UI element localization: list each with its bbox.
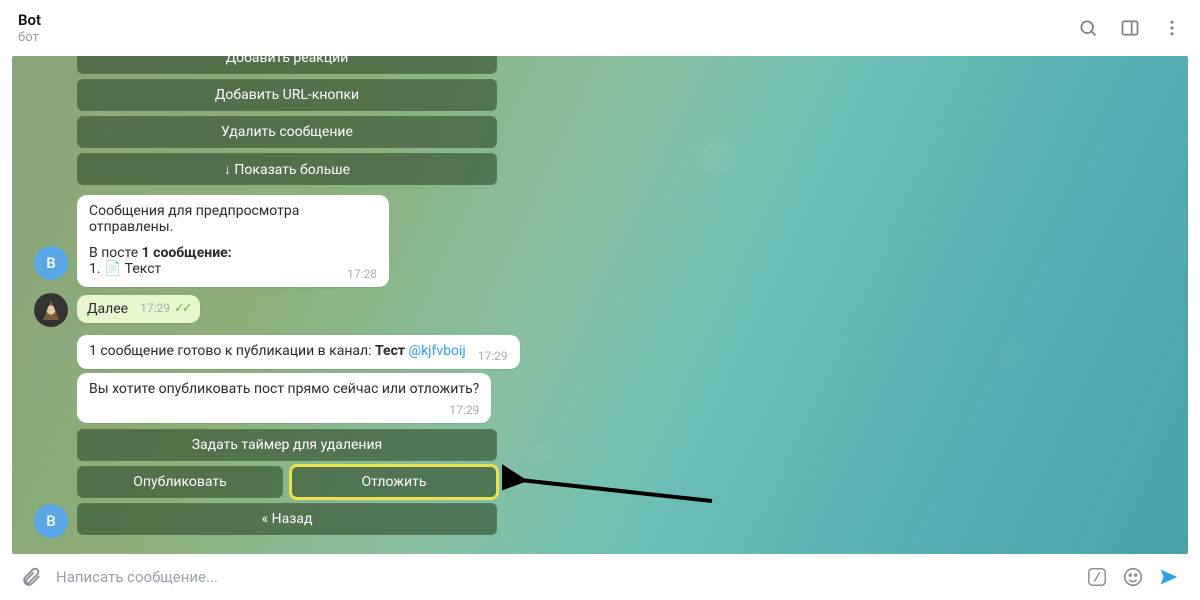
kb-publish[interactable]: Опубликовать — [77, 466, 283, 498]
kb-postpone[interactable]: Отложить — [291, 466, 497, 498]
header-titles[interactable]: Bot бот — [18, 11, 1078, 45]
avatar-bot[interactable]: В — [34, 246, 68, 280]
message-composer — [0, 554, 1200, 600]
timestamp: 17:29 — [140, 301, 170, 315]
avatar-bot[interactable]: В — [34, 504, 68, 538]
kb-add-url[interactable]: Добавить URL-кнопки — [77, 79, 497, 111]
kb-label: ↓ Показать больше — [224, 161, 350, 178]
attach-icon[interactable] — [20, 566, 42, 588]
timestamp: 17:29 — [449, 403, 479, 417]
chat-subtitle: бот — [18, 30, 1078, 45]
timestamp: 17:29 — [478, 349, 508, 363]
command-icon[interactable] — [1086, 566, 1108, 588]
kb-set-timer[interactable]: Задать таймер для удаления — [77, 429, 497, 461]
chat-title: Bot — [18, 11, 1078, 29]
search-icon[interactable] — [1078, 18, 1098, 38]
kb-delete-msg[interactable]: Удалить сообщение — [77, 116, 497, 148]
kb-label: Добавить URL-кнопки — [215, 87, 359, 103]
message-input[interactable] — [56, 568, 1072, 586]
msg-line: Сообщения для предпросмотра отправлены. — [89, 203, 377, 235]
msg-text: Далее — [87, 301, 128, 317]
kb-label: Задать таймер для удаления — [192, 437, 383, 453]
kb-label: Опубликовать — [133, 474, 227, 490]
kb-label: « Назад — [262, 511, 313, 527]
chat-header: Bot бот — [0, 0, 1200, 56]
avatar-user[interactable] — [34, 293, 68, 327]
kb-back[interactable]: « Назад — [77, 503, 497, 535]
msg-question: Вы хотите опубликовать пост прямо сейчас… — [77, 373, 491, 423]
sidepanel-icon[interactable] — [1120, 18, 1140, 38]
msg-text: Вы хотите опубликовать пост прямо сейчас… — [89, 381, 479, 397]
kb-add-reactions[interactable]: Добавить реакции — [77, 56, 497, 74]
chat-area: Добавить реакции Добавить URL-кнопки Уда… — [12, 56, 1188, 554]
annotation-arrow-icon — [502, 456, 722, 506]
avatar-letter: В — [46, 254, 55, 272]
kb-label: Удалить сообщение — [221, 124, 353, 140]
msg-channel: Тест — [375, 343, 409, 359]
msg-line: 1. 📄 Текст17:28 — [89, 261, 377, 277]
timestamp: 17:28 — [347, 267, 377, 281]
kb-label: Отложить — [362, 474, 427, 490]
msg-user-next: Далее 17:29 ✓✓ — [77, 295, 200, 323]
msg-preview-sent: Сообщения для предпросмотра отправлены. … — [77, 195, 389, 287]
msg-text: 1 сообщение готово к публикации в канал: — [89, 343, 375, 359]
emoji-icon[interactable] — [1122, 566, 1144, 588]
kb-show-more[interactable]: ↓ Показать больше — [77, 153, 497, 185]
kb-label: Добавить реакции — [226, 56, 349, 66]
msg-ready: 1 сообщение готово к публикации в канал:… — [77, 335, 520, 369]
channel-link[interactable]: @kjfvboij — [409, 343, 466, 359]
avatar-letter: В — [46, 512, 55, 530]
read-ticks-icon: ✓✓ — [174, 301, 190, 316]
msg-line: В посте 1 сообщение: — [89, 245, 377, 261]
more-icon[interactable] — [1162, 18, 1182, 38]
send-icon[interactable] — [1158, 566, 1180, 588]
